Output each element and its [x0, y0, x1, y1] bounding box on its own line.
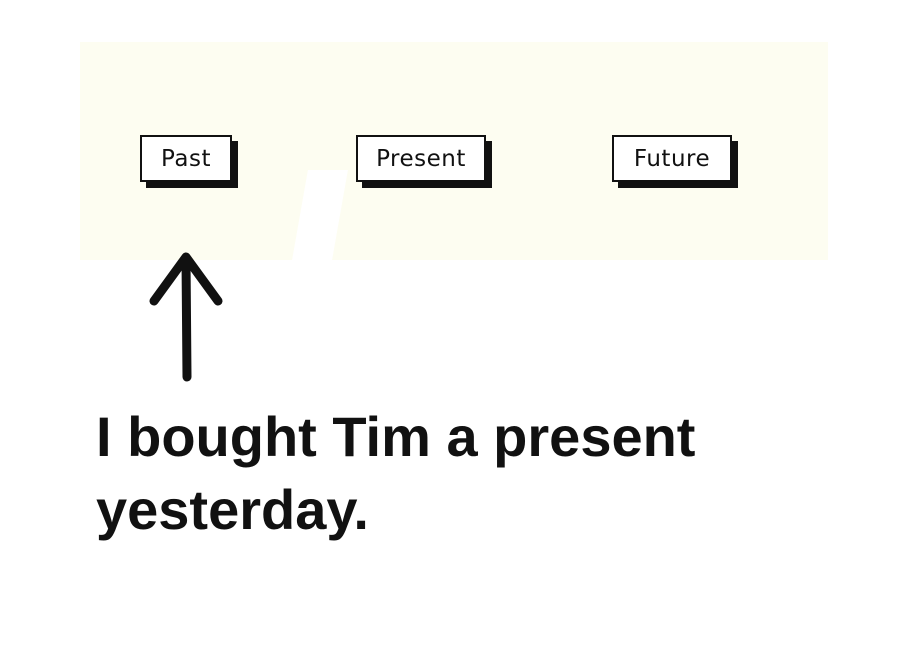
present-label-box: Present [356, 135, 486, 182]
sentence-line-1: I bought Tim a present [96, 405, 696, 468]
up-arrow-icon [149, 252, 223, 382]
present-label: Present [376, 145, 466, 172]
comic-canvas: Past Present Future I bought Tim a prese… [0, 0, 906, 656]
past-label: Past [161, 145, 211, 172]
future-label: Future [633, 145, 711, 172]
sentence-line-2: yesterday. [96, 478, 369, 541]
example-sentence: I bought Tim a present yesterday. [96, 400, 876, 546]
future-label-box: Future [612, 135, 732, 182]
past-label-box: Past [140, 135, 232, 182]
